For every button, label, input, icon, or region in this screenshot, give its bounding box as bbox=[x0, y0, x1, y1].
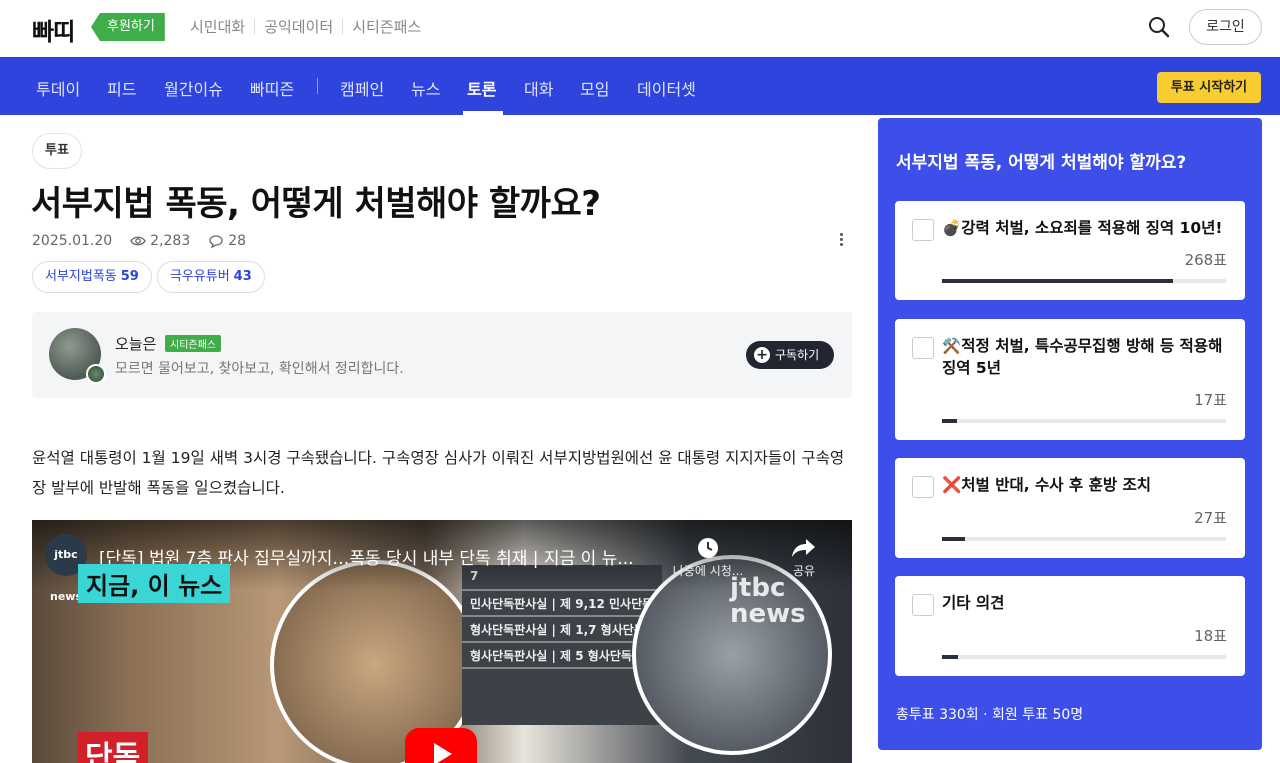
poll-option[interactable]: ❌처벌 반대, 수사 후 훈방 조치 27표 bbox=[895, 458, 1245, 558]
main-nav: 투데이 피드 월간이슈 빠띠즌 캠페인 뉴스 토론 대화 모임 데이터셋 투표 … bbox=[0, 57, 1280, 115]
channel-watermark: jtbc news bbox=[730, 573, 806, 629]
option-bar-fill bbox=[942, 279, 1173, 283]
overlay-exclusive: 단독 bbox=[77, 732, 149, 763]
poll-panel: 서부지법 폭동, 어떻게 처벌해야 할까요? 💣강력 처벌, 소요죄를 적용해 … bbox=[878, 118, 1262, 750]
nav-conversation[interactable]: 대화 bbox=[524, 76, 553, 100]
site-logo[interactable]: 빠띠 bbox=[32, 12, 75, 47]
top-nav-public-data[interactable]: 공익데이터 bbox=[255, 16, 342, 37]
poll-title: 서부지법 폭동, 어떻게 처벌해야 할까요? bbox=[896, 153, 1187, 173]
option-bar bbox=[942, 655, 1226, 659]
poll-option[interactable]: 기타 의견 18표 bbox=[895, 576, 1245, 676]
plus-icon: + bbox=[754, 347, 770, 363]
active-tab-indicator bbox=[463, 111, 503, 115]
author-name[interactable]: 오늘은 bbox=[115, 333, 156, 354]
comment-count: 28 bbox=[208, 233, 246, 249]
page-title: 서부지법 폭동, 어떻게 처벌해야 할까요? bbox=[31, 184, 601, 224]
option-checkbox[interactable] bbox=[912, 337, 934, 359]
avatar-badge-icon bbox=[86, 364, 106, 384]
nav-news[interactable]: 뉴스 bbox=[411, 76, 440, 100]
option-bar-fill bbox=[942, 537, 966, 541]
tag-count: 43 bbox=[233, 269, 252, 284]
more-options-icon[interactable] bbox=[834, 231, 848, 251]
option-bar bbox=[942, 279, 1226, 283]
overlay-now-news: 지금, 이 뉴스 bbox=[78, 564, 231, 603]
author-card: 오늘은 시티즌패스 모르면 물어보고, 찾아보고, 확인해서 정리합니다. + … bbox=[32, 312, 852, 398]
start-vote-button[interactable]: 투표 시작하기 bbox=[1157, 72, 1261, 103]
top-nav-citizen-pass[interactable]: 시티즌패스 bbox=[343, 16, 430, 37]
play-icon[interactable] bbox=[405, 728, 477, 763]
view-count-value: 2,283 bbox=[150, 233, 191, 249]
option-bar-fill bbox=[942, 655, 958, 659]
comment-icon bbox=[209, 235, 223, 249]
nav-monthly-issue[interactable]: 월간이슈 bbox=[164, 76, 223, 100]
option-bar bbox=[942, 419, 1226, 423]
option-label: 기타 의견 bbox=[942, 594, 1005, 612]
post-date: 2025.01.20 bbox=[32, 233, 113, 249]
top-nav-citizen-talk[interactable]: 시민대화 bbox=[190, 16, 254, 37]
top-nav: 시민대화 공익데이터 시티즌패스 bbox=[190, 16, 430, 37]
tag-name: 극우유튜버 bbox=[169, 269, 230, 284]
share-icon bbox=[792, 539, 815, 557]
tag-chip[interactable]: 극우유튜버 43 bbox=[156, 261, 265, 293]
option-checkbox[interactable] bbox=[912, 219, 934, 241]
tag-chip[interactable]: 서부지법폭동 59 bbox=[32, 261, 152, 293]
option-label: ⚒️적정 처벌, 특수공무집행 방해 등 적용해 징역 5년 bbox=[942, 337, 1223, 377]
nav-group[interactable]: 모임 bbox=[580, 76, 609, 100]
nav-divider bbox=[317, 78, 318, 94]
sign-row: 형사단독판사실 | 제 1,7 형사단독 bbox=[462, 617, 662, 643]
option-votes: 27표 bbox=[1194, 509, 1227, 527]
author-description: 모르면 물어보고, 찾아보고, 확인해서 정리합니다. bbox=[115, 361, 404, 377]
article-body: 윤석열 대통령이 1월 19일 새벽 3시경 구속됐습니다. 구속영장 심사가 … bbox=[32, 449, 845, 497]
option-label: 💣강력 처벌, 소요죄를 적용해 징역 10년! bbox=[942, 219, 1223, 237]
nav-campaign[interactable]: 캠페인 bbox=[340, 76, 384, 100]
citizen-pass-badge: 시티즌패스 bbox=[165, 335, 221, 352]
video-embed[interactable]: 7 민사단독판사실 | 제 9,12 민사단독 형사단독판사실 | 제 1,7 … bbox=[32, 520, 852, 763]
nav-pattizen[interactable]: 빠띠즌 bbox=[250, 76, 294, 100]
poll-total: 총투표 330회 · 회원 투표 50명 bbox=[896, 707, 1084, 723]
search-icon[interactable] bbox=[1147, 15, 1171, 39]
option-checkbox[interactable] bbox=[912, 594, 934, 616]
option-votes: 17표 bbox=[1194, 391, 1227, 409]
view-count: 2,283 bbox=[130, 233, 190, 249]
sign-row: 민사단독판사실 | 제 9,12 민사단독 bbox=[462, 591, 662, 617]
option-votes: 268표 bbox=[1184, 251, 1227, 269]
tag-count: 59 bbox=[120, 269, 139, 284]
option-votes: 18표 bbox=[1194, 627, 1227, 645]
eye-icon bbox=[130, 236, 146, 246]
nav-debate[interactable]: 토론 bbox=[467, 76, 496, 100]
post-type-badge: 투표 bbox=[32, 133, 82, 169]
share-button[interactable]: 공유 bbox=[784, 536, 824, 579]
poll-option[interactable]: 💣강력 처벌, 소요죄를 적용해 징역 10년! 268표 bbox=[895, 201, 1245, 300]
option-bar-fill bbox=[942, 419, 957, 423]
nav-today[interactable]: 투데이 bbox=[36, 76, 80, 100]
top-header: 빠띠 후원하기 시민대화 공익데이터 시티즌패스 로그인 bbox=[0, 0, 1280, 57]
subscribe-label: 구독하기 bbox=[775, 348, 820, 362]
post-meta: 2025.01.20 2,283 28 bbox=[32, 233, 264, 249]
tag-name: 서부지법폭동 bbox=[45, 269, 117, 284]
option-checkbox[interactable] bbox=[912, 476, 934, 498]
nav-dataset[interactable]: 데이터셋 bbox=[637, 76, 696, 100]
nav-feed[interactable]: 피드 bbox=[107, 76, 136, 100]
subscribe-button[interactable]: + 구독하기 bbox=[746, 341, 834, 369]
poll-option[interactable]: ⚒️적정 처벌, 특수공무집행 방해 등 적용해 징역 5년 17표 bbox=[895, 319, 1245, 440]
clock-icon bbox=[698, 538, 718, 558]
login-button[interactable]: 로그인 bbox=[1189, 9, 1262, 45]
tag-list: 서부지법폭동 59 극우유튜버 43 bbox=[32, 261, 270, 293]
comment-count-value: 28 bbox=[228, 233, 247, 249]
option-label: ❌처벌 반대, 수사 후 훈방 조치 bbox=[942, 476, 1152, 494]
sponsor-button[interactable]: 후원하기 bbox=[91, 13, 165, 41]
option-bar bbox=[942, 537, 1226, 541]
